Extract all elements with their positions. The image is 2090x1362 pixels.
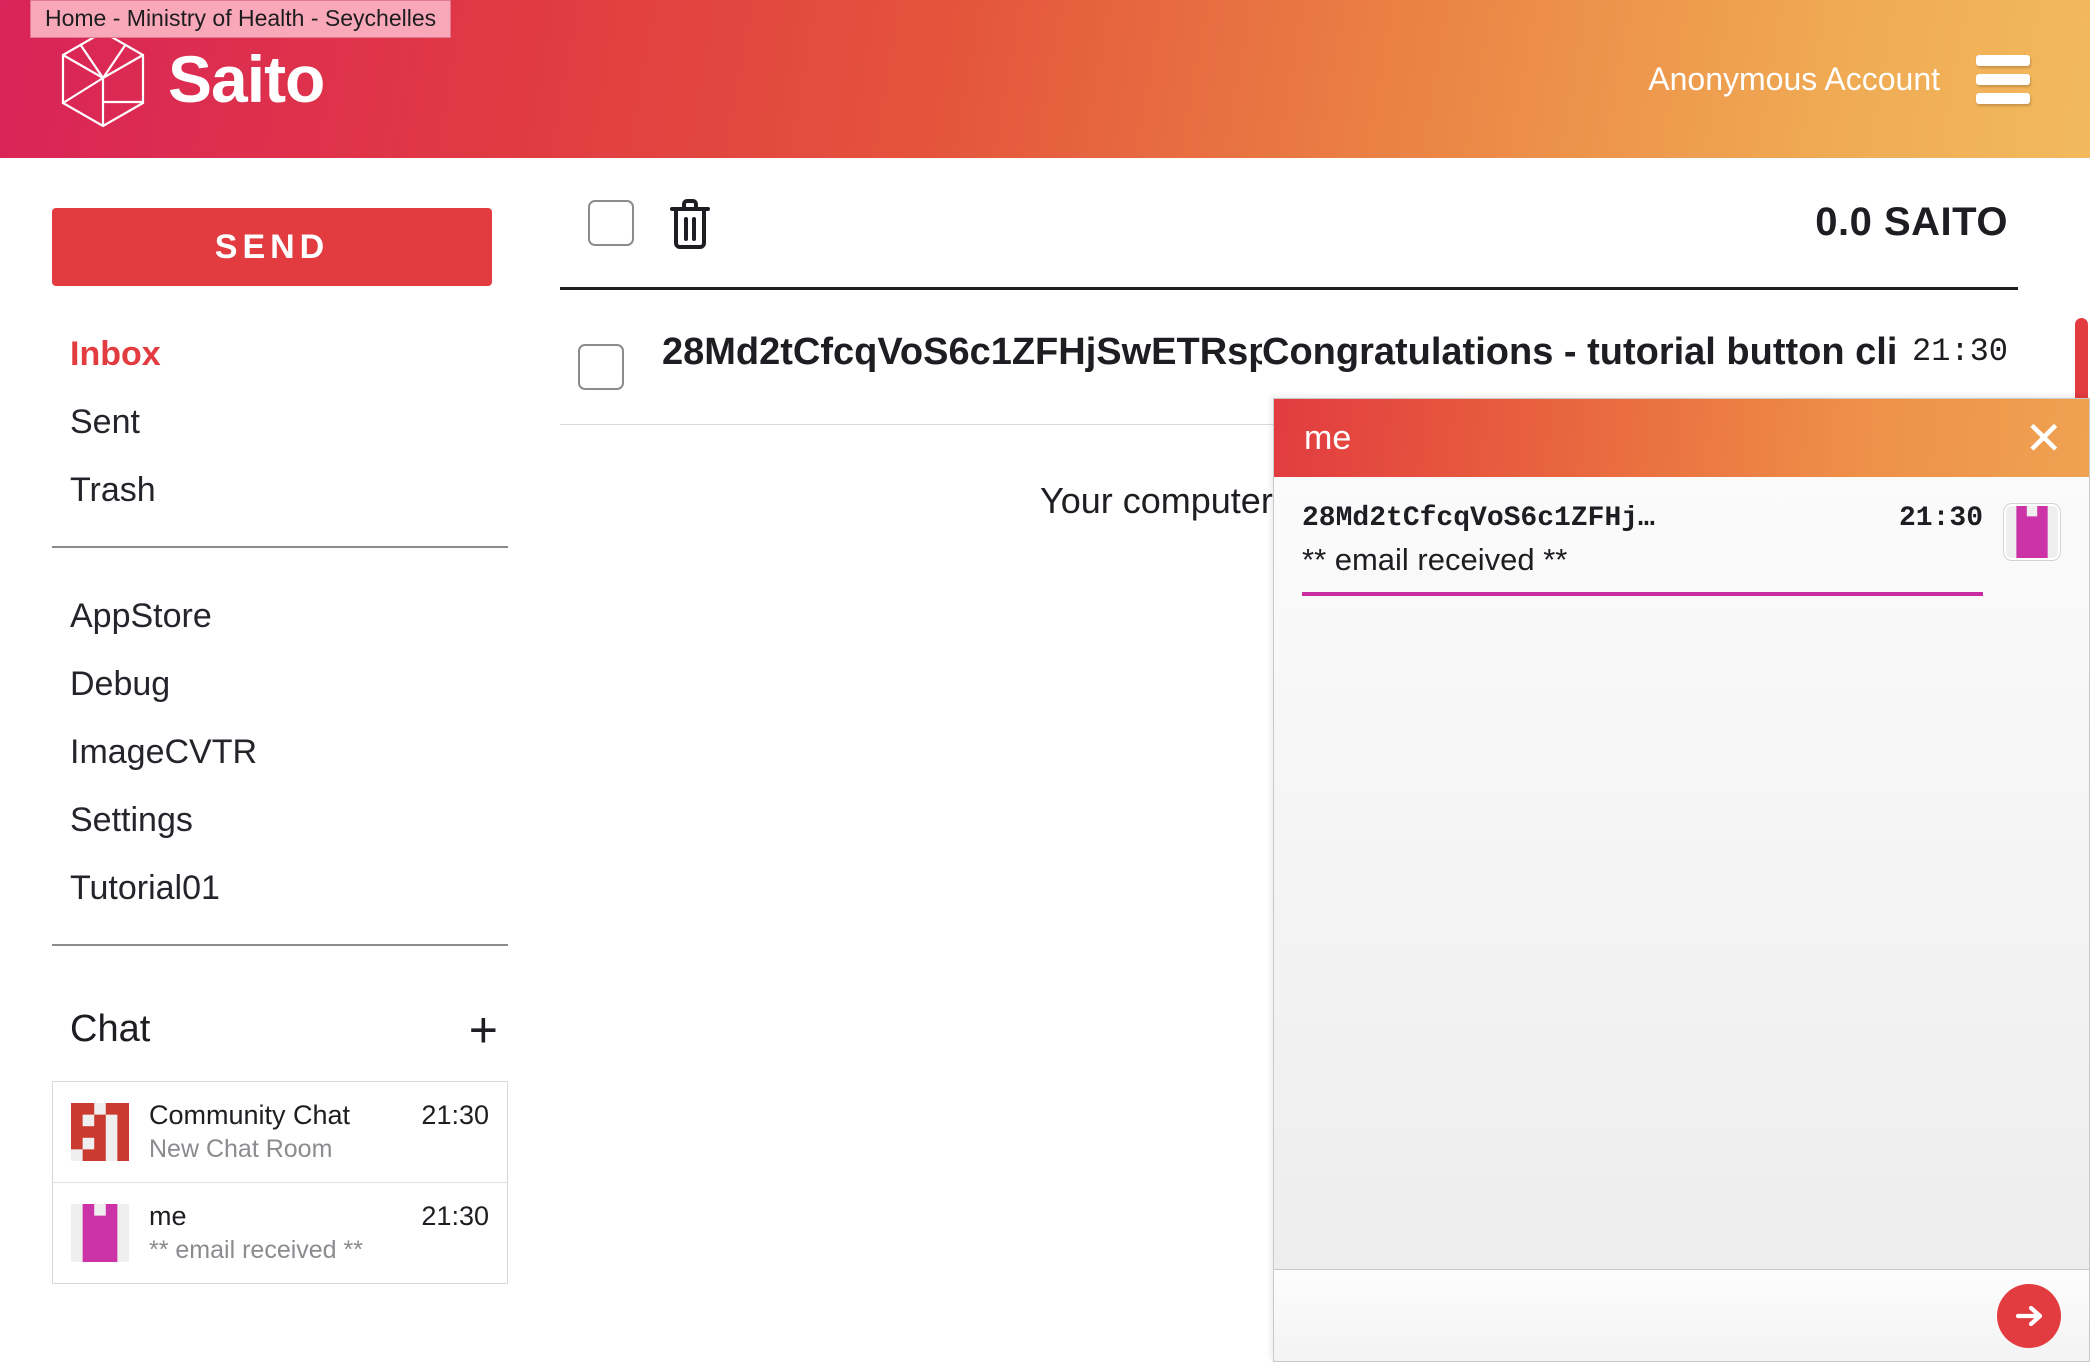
sidebar-item-settings[interactable]: Settings [52, 786, 508, 854]
saito-balance: 0.0 SAITO [1815, 200, 2008, 244]
chat-message: 28Md2tCfcqVoS6c1ZFHj… 21:30 ** email rec… [1302, 503, 2061, 596]
chat-room-name: Community Chat [149, 1100, 351, 1130]
chat-room-texts: Community Chat New Chat Room [149, 1098, 401, 1166]
chat-message-text: ** email received ** [1302, 542, 1568, 577]
chat-room-time: 21:30 [421, 1100, 489, 1130]
trash-icon[interactable] [664, 195, 716, 251]
chat-room-preview: New Chat Room [149, 1135, 333, 1163]
list-item[interactable]: me ** email received ** 21:30 [53, 1183, 507, 1283]
account-label[interactable]: Anonymous Account [1648, 61, 1940, 98]
plus-icon[interactable]: + [469, 1005, 498, 1055]
chat-room-preview: ** email received ** [149, 1236, 363, 1264]
site-badge: Home - Ministry of Health - Seychelles [30, 0, 452, 38]
sidebar-item-appstore[interactable]: AppStore [52, 582, 508, 650]
chat-section-title: Chat [70, 1008, 151, 1050]
mail-from: 28Md2tCfcqVoS6c1ZFHjSwETRspp... [662, 331, 1262, 373]
sidebar: SEND Inbox Sent Trash AppStore Debug Ima… [0, 158, 560, 1362]
chat-room-texts: me ** email received ** [149, 1199, 401, 1267]
mail-time: 21:30 [1911, 333, 2008, 370]
chat-input-bar[interactable] [1274, 1269, 2089, 1361]
chat-message-author: 28Md2tCfcqVoS6c1ZFHj… [1302, 503, 1655, 534]
hamburger-menu-icon[interactable] [1976, 54, 2030, 104]
brand-name: Saito [168, 42, 325, 116]
identicon-avatar [71, 1204, 129, 1262]
brand[interactable]: Saito [60, 30, 325, 128]
send-button[interactable]: SEND [52, 208, 492, 286]
app-root: Saito Anonymous Account Home - Ministry … [0, 0, 2090, 1362]
chat-message-divider [1302, 592, 1983, 596]
sidebar-divider-bottom [52, 944, 508, 946]
mail-toolbar: 0.0 SAITO [560, 158, 2018, 290]
sidebar-item-imagecvtr[interactable]: ImageCVTR [52, 718, 508, 786]
module-list: AppStore Debug ImageCVTR Settings Tutori… [52, 582, 508, 922]
chat-section-header: Chat + [52, 1005, 508, 1055]
select-all-checkbox[interactable] [588, 199, 634, 246]
mail-folder-list: Inbox Sent Trash [52, 320, 508, 524]
cube-logo-icon [61, 30, 145, 128]
mail-subject: Congratulations - tutorial button click.… [1262, 331, 1898, 373]
chat-message-content: 28Md2tCfcqVoS6c1ZFHj… 21:30 ** email rec… [1302, 503, 1983, 596]
list-item[interactable]: Community Chat New Chat Room 21:30 [53, 1082, 507, 1183]
mail-row-checkbox[interactable] [578, 344, 624, 390]
chat-room-list: Community Chat New Chat Room 21:30 me **… [52, 1081, 508, 1284]
identicon-avatar [71, 1103, 129, 1161]
chat-room-name: me [149, 1201, 187, 1231]
identicon-avatar [2003, 503, 2061, 561]
chat-popup-header[interactable]: me ✕ [1274, 399, 2089, 477]
chat-popup-window: me ✕ 28Md2tCfcqVoS6c1ZFHj… 21:30 ** emai… [1273, 398, 2090, 1362]
sidebar-divider-top [52, 546, 508, 548]
header-right: Anonymous Account [1648, 54, 2030, 104]
sidebar-item-sent[interactable]: Sent [52, 388, 508, 456]
sidebar-item-tutorial01[interactable]: Tutorial01 [52, 854, 508, 922]
chat-message-time: 21:30 [1898, 503, 1983, 534]
sidebar-item-trash[interactable]: Trash [52, 456, 508, 524]
chat-popup-body: 28Md2tCfcqVoS6c1ZFHj… 21:30 ** email rec… [1274, 477, 2089, 1269]
sidebar-item-debug[interactable]: Debug [52, 650, 508, 718]
close-icon[interactable]: ✕ [2024, 415, 2063, 461]
sidebar-item-inbox[interactable]: Inbox [52, 320, 508, 388]
arrow-right-icon[interactable] [1997, 1283, 2061, 1348]
chat-message-header: 28Md2tCfcqVoS6c1ZFHj… 21:30 [1302, 503, 1983, 534]
chat-room-time: 21:30 [421, 1201, 489, 1231]
chat-popup-title: me [1304, 418, 1352, 457]
